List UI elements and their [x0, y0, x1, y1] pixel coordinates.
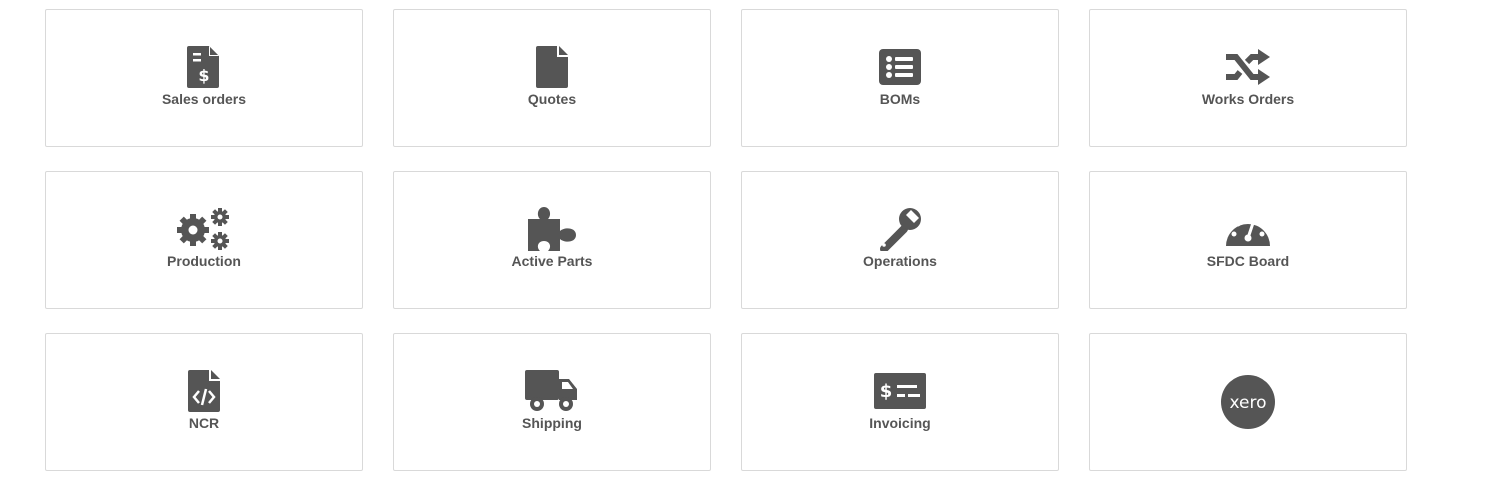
- file-invoice-dollar-icon: $: [187, 46, 221, 88]
- tile-sfdc-board[interactable]: SFDC Board: [1089, 171, 1407, 309]
- tile-label: Active Parts: [511, 253, 593, 269]
- tile-label: Works Orders: [1201, 91, 1295, 107]
- puzzle-piece-icon: [528, 207, 576, 251]
- tile-label: Production: [167, 253, 241, 269]
- tile-label: Shipping: [522, 415, 582, 431]
- tile-active-parts[interactable]: Active Parts: [393, 171, 711, 309]
- module-grid: $ Sales orders Quotes BOMs Works Orders …: [45, 9, 1407, 471]
- tile-label: BOMs: [879, 91, 921, 107]
- cogs-icon: [177, 208, 231, 250]
- tile-label: Quotes: [527, 91, 577, 107]
- tile-label: Operations: [863, 253, 937, 269]
- tile-production[interactable]: Production: [45, 171, 363, 309]
- svg-text:$: $: [198, 66, 209, 85]
- tile-quotes[interactable]: Quotes: [393, 9, 711, 147]
- tachometer-icon: [1224, 210, 1272, 248]
- tile-invoicing[interactable]: $ Invoicing: [741, 333, 1059, 471]
- tile-operations[interactable]: Operations: [741, 171, 1059, 309]
- tile-boms[interactable]: BOMs: [741, 9, 1059, 147]
- list-alt-icon: [879, 49, 921, 85]
- tile-ncr[interactable]: NCR: [45, 333, 363, 471]
- tile-shipping[interactable]: Shipping: [393, 333, 711, 471]
- tile-label: Sales orders: [161, 91, 247, 107]
- tile-works-orders[interactable]: Works Orders: [1089, 9, 1407, 147]
- tile-sales-orders[interactable]: $ Sales orders: [45, 9, 363, 147]
- xero-logo-icon: xero: [1220, 374, 1276, 430]
- money-check-icon: $: [874, 373, 926, 409]
- svg-text:$: $: [880, 381, 893, 402]
- wrench-icon: [878, 207, 922, 251]
- file-icon: [536, 46, 568, 88]
- truck-icon: [525, 370, 579, 412]
- tile-label: NCR: [188, 415, 220, 431]
- file-code-icon: [188, 370, 220, 412]
- svg-text:xero: xero: [1229, 393, 1266, 413]
- random-icon: [1226, 49, 1270, 85]
- tile-label: Invoicing: [869, 415, 931, 431]
- tile-xero[interactable]: xero: [1089, 333, 1407, 471]
- tile-label: SFDC Board: [1206, 253, 1290, 269]
